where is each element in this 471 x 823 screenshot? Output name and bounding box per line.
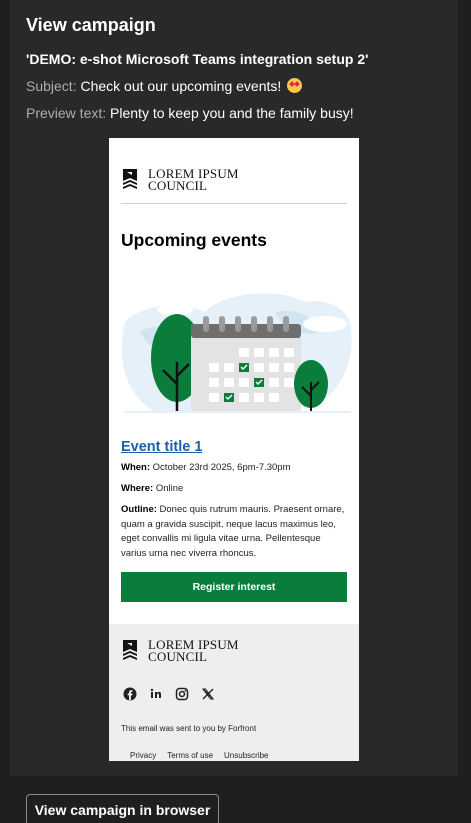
- footer-council-logo: LOREM IPSUM COUNCIL: [123, 638, 239, 664]
- when-value: October 23rd 2025, 6pm-7.30pm: [152, 462, 291, 473]
- sent-by-note: This email was sent to you by Forfront: [121, 724, 257, 733]
- register-interest-button[interactable]: Register interest: [121, 572, 347, 602]
- when-label: When:: [121, 462, 151, 473]
- social-links: [123, 687, 215, 701]
- where-label: Where:: [121, 483, 154, 494]
- calendar-illustration: [121, 293, 352, 413]
- view-campaign-panel: View campaign 'DEMO: e-shot Microsoft Te…: [10, 0, 458, 776]
- preview-text-line: Preview text: Plenty to keep you and the…: [26, 105, 354, 121]
- event-title-link[interactable]: Event title 1: [121, 439, 202, 455]
- view-campaign-in-browser-button[interactable]: View campaign in browser: [26, 794, 219, 823]
- subject-line: Subject: Check out our upcoming events!: [26, 78, 303, 94]
- privacy-link[interactable]: Privacy: [130, 751, 156, 760]
- subject-label: Subject:: [26, 78, 77, 94]
- campaign-name: 'DEMO: e-shot Microsoft Teams integratio…: [26, 51, 369, 67]
- council-crest-icon: [123, 640, 137, 660]
- preview-text-label: Preview text:: [26, 105, 107, 121]
- email-footer: LOREM IPSUM COUNCIL This email was sent …: [109, 624, 359, 761]
- council-logo: LOREM IPSUM COUNCIL: [123, 167, 239, 193]
- terms-link[interactable]: Terms of use: [167, 751, 213, 760]
- instagram-icon[interactable]: [175, 687, 189, 701]
- footer-links: Privacy Terms of use Unsubscribe: [130, 751, 269, 760]
- panel-title: View campaign: [26, 15, 156, 35]
- email-preview: LOREM IPSUM COUNCIL Upcoming events Even…: [109, 138, 359, 761]
- linkedin-icon[interactable]: [149, 687, 163, 701]
- star-struck-emoji-icon: [287, 78, 303, 93]
- event-outline: Outline: Donec quis rutrum mauris. Praes…: [121, 503, 347, 561]
- logo-text-line2: COUNCIL: [148, 178, 208, 193]
- event-where: Where: Online: [121, 482, 347, 497]
- facebook-icon[interactable]: [123, 687, 137, 701]
- where-value: Online: [155, 483, 184, 494]
- x-icon[interactable]: [201, 687, 215, 701]
- footer-logo-text-line2: COUNCIL: [148, 649, 208, 664]
- outline-label: Outline:: [121, 504, 157, 515]
- email-heading: Upcoming events: [121, 230, 267, 250]
- council-crest-icon: [123, 169, 137, 189]
- subject-value: Check out our upcoming events!: [80, 78, 282, 94]
- event-when: When: October 23rd 2025, 6pm-7.30pm: [121, 461, 347, 476]
- unsubscribe-link[interactable]: Unsubscribe: [224, 751, 268, 760]
- divider: [121, 203, 347, 204]
- preview-text-value: Plenty to keep you and the family busy!: [110, 105, 354, 121]
